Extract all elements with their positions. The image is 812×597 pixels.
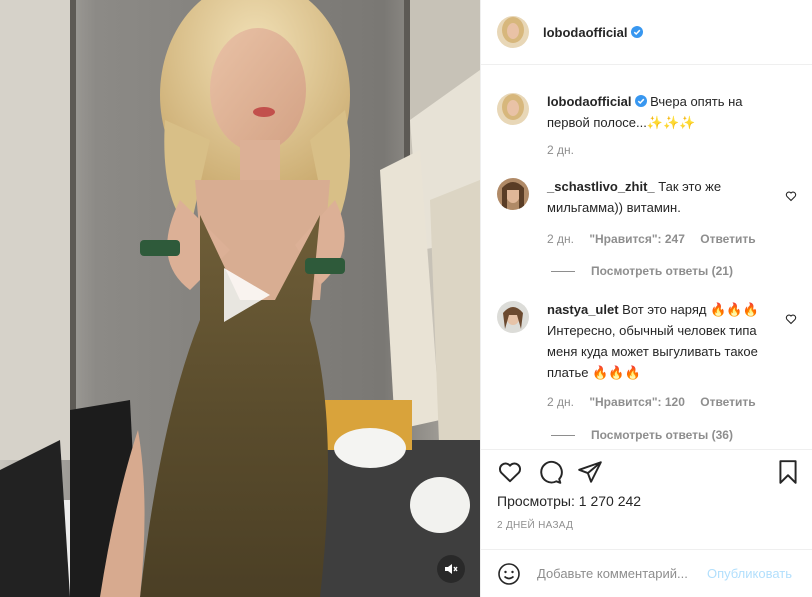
post-details-panel: lobodaofficial lobodaofficial Вчера опят… bbox=[480, 0, 812, 597]
comment-likes[interactable]: "Нравится": 120 bbox=[589, 395, 685, 409]
view-replies-button[interactable]: Посмотреть ответы (21) bbox=[551, 264, 733, 278]
reply-button[interactable]: Ответить bbox=[700, 232, 755, 246]
caption-age[interactable]: 2 дн. bbox=[547, 143, 574, 157]
play-button[interactable] bbox=[210, 262, 276, 328]
post-timestamp[interactable]: 2 ДНЕЙ НАЗАД bbox=[497, 520, 573, 531]
comment-age[interactable]: 2 дн. bbox=[547, 395, 574, 409]
heart-icon[interactable] bbox=[497, 459, 523, 485]
comment-icon[interactable] bbox=[537, 459, 563, 485]
commenter-avatar[interactable] bbox=[497, 301, 529, 333]
post-caption: lobodaofficial Вчера опять на первой пол… bbox=[497, 93, 797, 173]
play-icon bbox=[224, 268, 270, 322]
comment-item: _schastlivo_zhit_ Так это же мильгамма))… bbox=[497, 178, 797, 278]
comment-input[interactable] bbox=[537, 566, 707, 581]
smiley-icon[interactable] bbox=[497, 562, 521, 586]
views-count: 1 270 242 bbox=[578, 493, 642, 509]
caption-author-avatar[interactable] bbox=[497, 93, 529, 125]
share-icon[interactable] bbox=[577, 459, 603, 485]
caption-text-block: lobodaofficial Вчера опять на первой пол… bbox=[547, 91, 773, 133]
commenter-username[interactable]: _schastlivo_zhit_ bbox=[547, 179, 655, 194]
comment-age[interactable]: 2 дн. bbox=[547, 232, 574, 246]
speaker-muted-icon bbox=[445, 564, 458, 574]
verified-badge-icon bbox=[634, 95, 647, 107]
reply-button[interactable]: Ответить bbox=[700, 395, 755, 409]
comment-text-block: nastya_ulet Вот это наряд 🔥🔥🔥 Интересно,… bbox=[547, 299, 773, 383]
caption-meta: 2 дн. bbox=[547, 143, 586, 157]
add-comment-bar: Опубликовать bbox=[481, 549, 812, 597]
view-count[interactable]: Просмотры: 1 270 242 bbox=[497, 493, 641, 509]
view-replies-label: Посмотреть ответы (21) bbox=[591, 264, 733, 278]
view-replies-label: Посмотреть ответы (36) bbox=[591, 428, 733, 442]
comment-meta: 2 дн. "Нравится": 247 Ответить bbox=[547, 232, 768, 246]
commenter-username[interactable]: nastya_ulet bbox=[547, 302, 619, 317]
view-replies-button[interactable]: Посмотреть ответы (36) bbox=[551, 428, 733, 442]
caption-username[interactable]: lobodaofficial bbox=[547, 94, 632, 109]
commenter-avatar[interactable] bbox=[497, 178, 529, 210]
comment-like-heart-icon[interactable] bbox=[785, 313, 797, 325]
comment-text-block: _schastlivo_zhit_ Так это же мильгамма))… bbox=[547, 176, 773, 218]
comments-section[interactable]: lobodaofficial Вчера опять на первой пол… bbox=[481, 65, 812, 449]
author-username[interactable]: lobodaofficial bbox=[543, 25, 628, 40]
post-video[interactable] bbox=[0, 0, 480, 597]
publish-comment-button[interactable]: Опубликовать bbox=[707, 566, 792, 581]
replies-divider-line bbox=[551, 435, 575, 437]
replies-divider-line bbox=[551, 271, 575, 273]
comment-likes[interactable]: "Нравится": 247 bbox=[589, 232, 685, 246]
verified-badge-icon bbox=[630, 26, 643, 38]
mute-button[interactable] bbox=[437, 555, 465, 583]
post-actions: Просмотры: 1 270 242 2 ДНЕЙ НАЗАД bbox=[481, 449, 812, 549]
views-label: Просмотры: bbox=[497, 493, 575, 509]
comment-item: nastya_ulet Вот это наряд 🔥🔥🔥 Интересно,… bbox=[497, 301, 797, 449]
comment-meta: 2 дн. "Нравится": 120 Ответить bbox=[547, 395, 768, 409]
author-avatar[interactable] bbox=[497, 16, 529, 48]
post-header: lobodaofficial bbox=[481, 0, 812, 65]
comment-like-heart-icon[interactable] bbox=[785, 190, 797, 202]
bookmark-icon[interactable] bbox=[775, 459, 801, 485]
